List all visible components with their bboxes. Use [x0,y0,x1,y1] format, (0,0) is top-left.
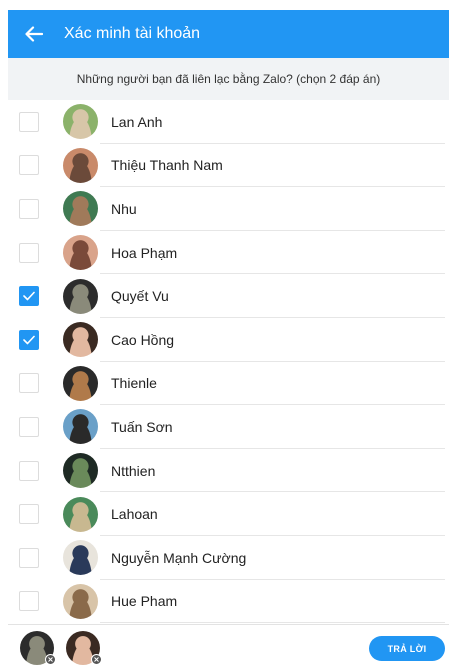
contact-name: Cao Hồng [111,331,175,348]
divider [100,622,445,624]
contact-row[interactable]: Thiệu Thanh Nam [8,144,449,188]
check-icon [23,335,35,345]
contact-row[interactable]: Hoa Phạm [8,231,449,275]
contact-row[interactable]: Ntthien [8,449,449,493]
avatar [63,540,98,576]
avatar [63,104,98,140]
checkbox[interactable] [19,460,39,481]
contact-row[interactable]: Nguyễn Mạnh Cường [8,536,449,580]
contact-row[interactable]: Nhu [8,187,449,231]
contact-name: Hoa Phạm [111,244,178,261]
contact-row[interactable]: Lahoan [8,492,449,536]
checkbox[interactable] [19,591,39,612]
checkbox-checked[interactable] [19,329,39,350]
contact-row[interactable]: Cao Hồng [8,318,449,362]
contact-name: Lan Anh [111,113,163,130]
avatar [63,191,98,227]
checkbox[interactable] [19,416,39,437]
avatar [63,322,98,358]
question-text: Những người bạn đã liên lạc bằng Zalo? (… [76,72,381,86]
remove-icon[interactable] [45,654,56,665]
contact-row[interactable]: Tuấn Sơn [8,405,449,449]
contact-name: Lahoan [111,506,158,523]
remove-icon[interactable] [91,654,102,665]
checkbox[interactable] [19,504,39,525]
reply-button[interactable]: TRẢ LỜI [369,636,445,661]
selected-avatar[interactable] [20,631,56,665]
contact-row[interactable]: Thienle [8,362,449,406]
avatar [63,365,98,401]
checkbox-checked[interactable] [19,286,39,307]
contact-name: Quyết Vu [111,288,169,305]
checkbox[interactable] [19,111,39,132]
contact-name: Thiệu Thanh Nam [111,157,223,174]
avatar [63,496,98,532]
contact-name: Nhu [111,200,137,217]
avatar [63,278,98,314]
contact-name: Nguyễn Mạnh Cường [111,549,247,566]
contact-row[interactable]: Hue Pham [8,580,449,624]
checkbox[interactable] [19,242,39,263]
contact-list: Lan Anh Thiệu Thanh Nam Nhu Hoa Phạm Quyết V… [8,100,449,624]
contact-name: Hue Pham [111,593,178,610]
selected-avatar[interactable] [66,631,102,665]
checkbox[interactable] [19,198,39,219]
contact-name: Tuấn Sơn [111,418,173,435]
checkbox[interactable] [19,155,39,176]
contact-row[interactable]: Quyết Vu [8,274,449,318]
contact-name: Ntthien [111,462,156,479]
page-title: Xác minh tài khoản [64,25,201,42]
contact-name: Thienle [111,375,157,392]
back-arrow-icon[interactable] [14,10,54,58]
app-bar: Xác minh tài khoản [8,10,449,58]
contact-row[interactable]: Lan Anh [8,100,449,144]
checkbox[interactable] [19,373,39,394]
avatar [63,409,98,445]
avatar [63,235,98,271]
avatar [63,453,98,489]
checkbox[interactable] [19,547,39,568]
avatar [63,147,98,183]
bottom-bar: TRẢ LỜI [8,624,449,666]
avatar [63,583,98,619]
question-banner: Những người bạn đã liên lạc bằng Zalo? (… [8,58,449,100]
check-icon [23,291,35,301]
